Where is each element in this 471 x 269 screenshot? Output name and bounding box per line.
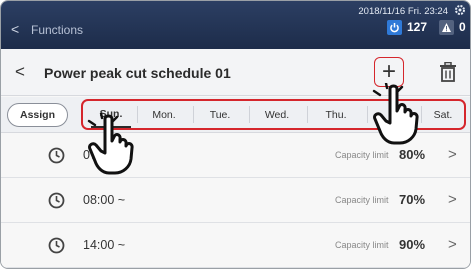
- row-capacity-label: Capacity limit: [335, 150, 389, 160]
- tab-wednesday[interactable]: Wed.: [253, 101, 301, 128]
- tab-thursday[interactable]: Thu.: [311, 101, 361, 128]
- schedule-row[interactable]: 08:00 ~ Capacity limit 70% >: [1, 179, 470, 223]
- tab-divider: [193, 106, 194, 123]
- back-button[interactable]: <: [15, 62, 25, 82]
- trash-icon[interactable]: [439, 62, 457, 82]
- alert-value: 0: [459, 20, 466, 34]
- power-value: 127: [407, 20, 428, 34]
- top-back-button[interactable]: <: [11, 21, 19, 37]
- row-time: 08:00 ~: [83, 193, 126, 207]
- chevron-right-icon: >: [448, 146, 457, 163]
- tab-divider: [367, 106, 368, 123]
- clock-icon: [48, 237, 65, 254]
- pointing-hand-icon: [372, 83, 419, 145]
- clock-icon: [48, 192, 65, 209]
- tab-divider: [307, 106, 308, 123]
- row-capacity-label: Capacity limit: [335, 195, 389, 205]
- chevron-right-icon: >: [448, 236, 457, 253]
- top-status-bar: < Functions 2018/11/16 Fri. 23:24 127 0: [1, 1, 470, 49]
- power-icon: [387, 20, 402, 35]
- tab-divider: [249, 106, 250, 123]
- row-capacity-label: Capacity limit: [335, 240, 389, 250]
- tab-tuesday[interactable]: Tue.: [197, 101, 243, 128]
- row-percent: 80%: [399, 147, 426, 162]
- row-percent: 70%: [399, 192, 426, 207]
- schedule-row[interactable]: 14:00 ~ Capacity limit 90% >: [1, 224, 470, 268]
- clock-icon: [48, 147, 65, 164]
- assign-button[interactable]: Assign: [7, 103, 68, 127]
- functions-breadcrumb[interactable]: Functions: [31, 23, 83, 37]
- row-percent: 90%: [399, 237, 426, 252]
- chevron-right-icon: >: [448, 191, 457, 208]
- tab-monday[interactable]: Mon.: [141, 101, 187, 128]
- datetime-display: 2018/11/16 Fri. 23:24: [358, 6, 448, 17]
- row-time: 14:00 ~: [83, 238, 126, 252]
- page-title: Power peak cut schedule 01: [44, 65, 231, 81]
- screen-frame: < Functions 2018/11/16 Fri. 23:24 127 0 …: [0, 0, 471, 269]
- pointing-hand-icon: [87, 113, 134, 175]
- alert-icon: [439, 20, 454, 35]
- gear-icon: [455, 5, 465, 15]
